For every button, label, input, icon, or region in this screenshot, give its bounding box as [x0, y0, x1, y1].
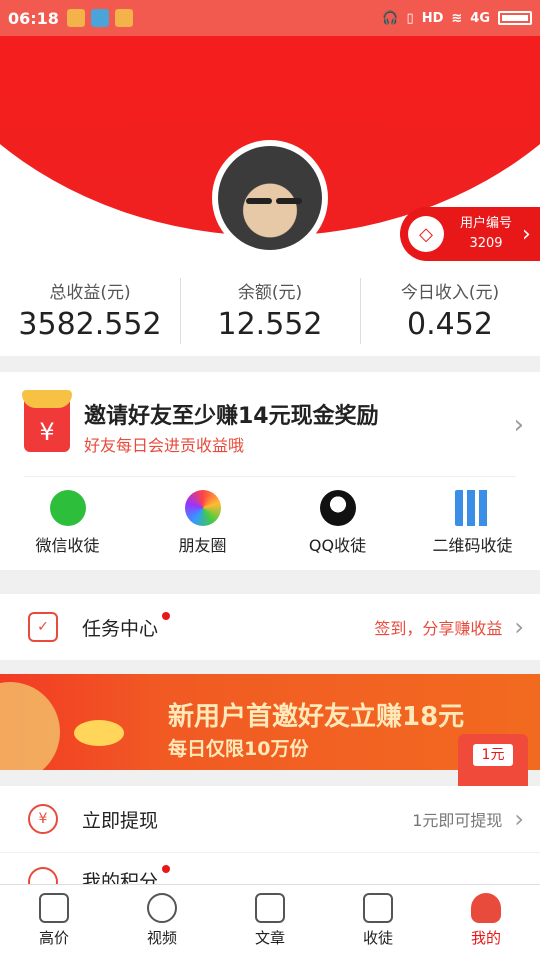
scan-app-icon	[90, 9, 109, 27]
stat-value: 3582.552	[18, 307, 162, 342]
qrcode-icon	[454, 490, 491, 526]
task-center-hint: 签到，分享赚收益	[374, 619, 503, 638]
invite-subtitle: 好友每日会进贡收益哦	[84, 436, 245, 455]
tab-mine[interactable]: 我的	[432, 885, 540, 960]
banner-title: 新用户首邀好友立赚18元	[168, 702, 465, 732]
chevron-right-icon: ›	[514, 613, 524, 641]
gold-coins-decoration	[74, 720, 124, 746]
notification-dot	[162, 865, 171, 873]
coin-decoration	[0, 682, 60, 770]
avatar-image	[218, 146, 322, 250]
stat-value: 0.452	[407, 307, 493, 342]
share-qrcode[interactable]: 二维码收徒	[405, 484, 540, 556]
calendar-icon: ✓	[28, 612, 58, 642]
withdraw-label: 立即提现	[82, 809, 159, 832]
notification-icon	[66, 9, 85, 27]
divider	[24, 476, 516, 477]
diamond-icon: ◇	[408, 216, 444, 252]
battery-icon	[498, 11, 532, 25]
task-center-row[interactable]: ✓ 任务中心 签到，分享赚收益 ›	[0, 594, 540, 660]
wifi-icon: ≋	[451, 10, 463, 26]
invite-card: ¥ 邀请好友至少赚14元现金奖励 好友每日会进贡收益哦 › 微信收徒 朋友圈 Q…	[0, 372, 540, 570]
money-bag-icon	[39, 893, 69, 923]
stat-label: 余额(元)	[237, 283, 303, 303]
tab-label: 我的	[470, 929, 501, 947]
invite-title[interactable]: 邀请好友至少赚14元现金奖励	[84, 398, 379, 430]
status-time: 06:18	[8, 8, 59, 28]
share-label: 微信收徒	[35, 536, 100, 555]
float-bag-label: 1元	[473, 744, 513, 766]
share-options: 微信收徒 朋友圈 QQ收徒 二维码收徒	[0, 484, 540, 556]
qq-icon	[319, 490, 356, 526]
tab-apprentice[interactable]: 收徒	[324, 885, 432, 960]
status-bar: 06:18 🎧 ▯ HD ≋ 4G	[0, 0, 540, 36]
yuan-icon: ¥	[28, 804, 58, 834]
document-icon	[255, 893, 285, 923]
user-id-value: 3209	[469, 236, 503, 251]
network-label: 4G	[470, 10, 490, 26]
play-icon	[147, 893, 177, 923]
profile-icon	[471, 893, 501, 923]
avatar-eye-right	[276, 198, 302, 204]
headphone-icon: 🎧	[382, 10, 399, 26]
tab-label: 视频	[146, 929, 177, 947]
share-label: 二维码收徒	[432, 536, 513, 555]
user-id-label: 用户编号	[460, 216, 513, 231]
user-id-badge[interactable]: ◇ 用户编号 3209 ›	[400, 207, 540, 261]
notification-dot	[162, 611, 171, 620]
app-icon	[114, 9, 133, 27]
banner-subtitle: 每日仅限10万份	[168, 738, 309, 760]
red-envelope-icon: ¥	[22, 390, 72, 452]
share-moments[interactable]: 朋友圈	[135, 484, 270, 556]
stat-label: 总收益(元)	[49, 283, 131, 303]
avatar[interactable]	[212, 140, 328, 256]
chevron-right-icon[interactable]: ›	[514, 410, 524, 440]
tab-article[interactable]: 文章	[216, 885, 324, 960]
stat-today[interactable]: 今日收入(元) 0.452	[360, 272, 540, 356]
stat-total[interactable]: 总收益(元) 3582.552	[0, 272, 180, 356]
tab-label: 收徒	[362, 929, 393, 947]
tab-label: 文章	[254, 929, 285, 947]
tab-video[interactable]: 视频	[108, 885, 216, 960]
avatar-eye-left	[246, 198, 272, 204]
hd-icon: HD	[421, 10, 444, 26]
bottom-nav: 高价 视频 文章 收徒 我的	[0, 884, 540, 960]
share-wechat[interactable]: 微信收徒	[0, 484, 135, 556]
stat-balance[interactable]: 余额(元) 12.552	[180, 272, 360, 356]
task-center-label: 任务中心	[82, 611, 171, 641]
profile-header: ◇ 用户编号 3209 › 总收益(元) 3582.552 余额(元) 12.5…	[0, 36, 540, 356]
share-label: 朋友圈	[178, 536, 227, 555]
withdraw-row[interactable]: ¥ 立即提现 1元即可提现 ›	[0, 786, 540, 852]
task-center-text: 任务中心	[82, 617, 159, 640]
stat-label: 今日收入(元)	[400, 283, 500, 303]
withdraw-hint: 1元即可提现	[412, 811, 503, 830]
earnings-stats: 总收益(元) 3582.552 余额(元) 12.552 今日收入(元) 0.4…	[0, 272, 540, 356]
chevron-right-icon: ›	[522, 221, 531, 247]
vibrate-icon: ▯	[406, 10, 414, 26]
stat-value: 12.552	[217, 307, 323, 342]
share-qq[interactable]: QQ收徒	[270, 484, 405, 556]
wechat-icon	[49, 490, 86, 526]
tab-high-price[interactable]: 高价	[0, 885, 108, 960]
share-label: QQ收徒	[308, 536, 367, 555]
moments-icon	[184, 490, 221, 526]
tab-label: 高价	[38, 929, 69, 947]
wallet-icon	[363, 893, 393, 923]
chevron-right-icon: ›	[514, 805, 524, 833]
